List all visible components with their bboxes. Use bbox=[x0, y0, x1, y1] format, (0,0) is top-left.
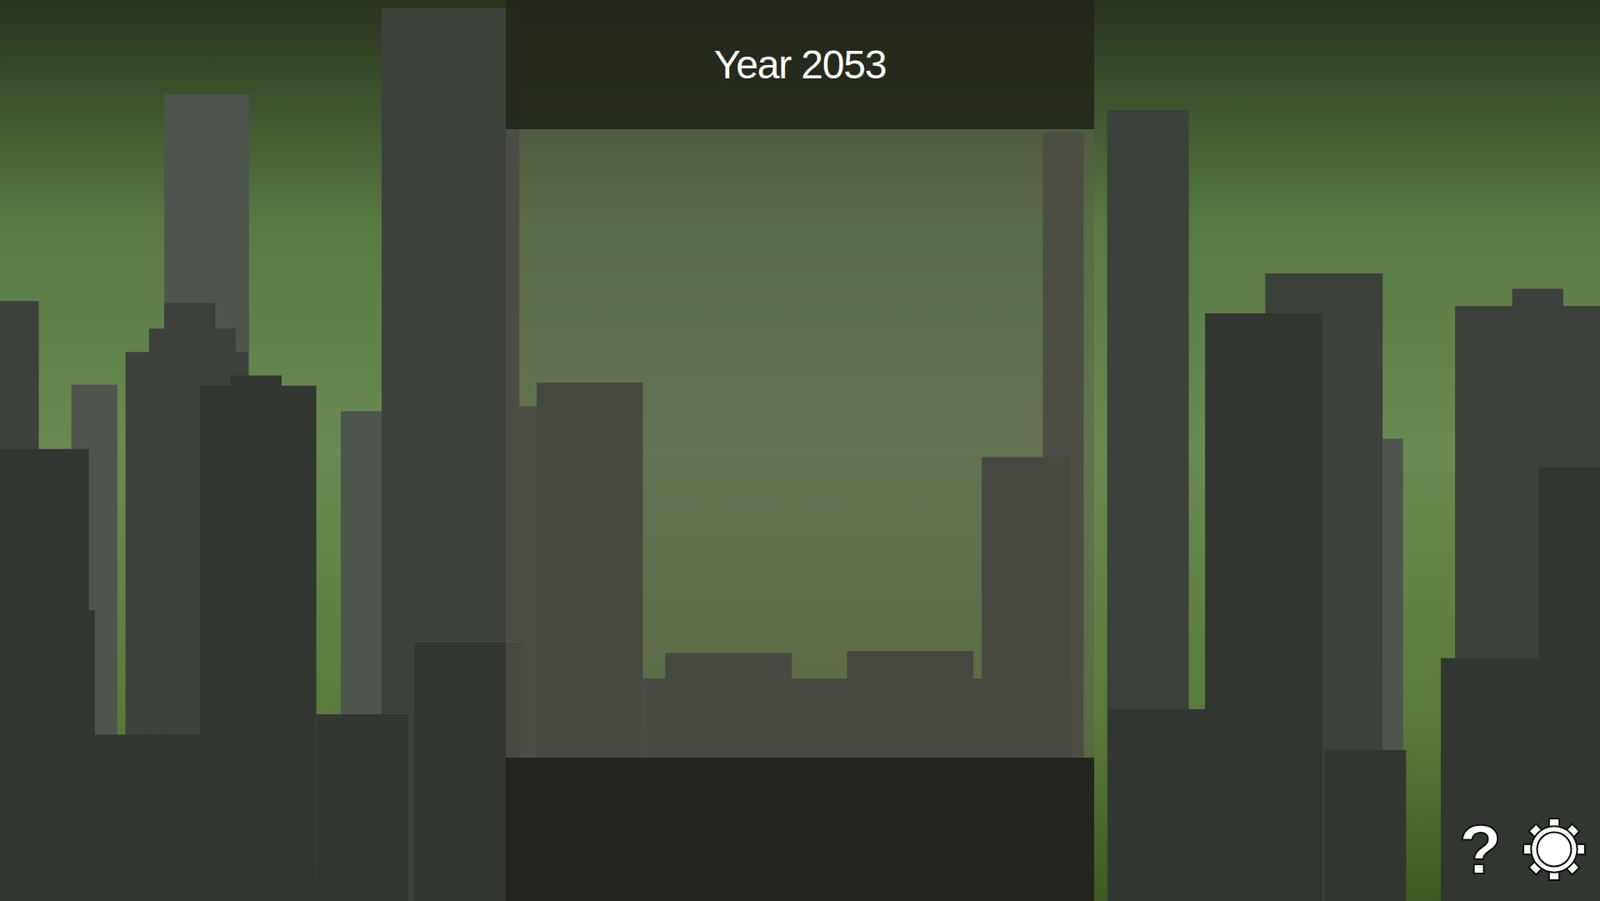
view-area bbox=[505, 129, 1095, 758]
year-label: Year 2053 bbox=[714, 35, 886, 95]
bottom-bar bbox=[505, 757, 1095, 901]
game-screen: Year 2053? bbox=[0, 0, 1600, 901]
gear-icon[interactable] bbox=[1520, 815, 1589, 884]
help-button[interactable]: ? bbox=[1459, 814, 1502, 885]
center-panel: Year 2053 bbox=[505, 0, 1095, 901]
year-bar: Year 2053 bbox=[505, 0, 1095, 130]
